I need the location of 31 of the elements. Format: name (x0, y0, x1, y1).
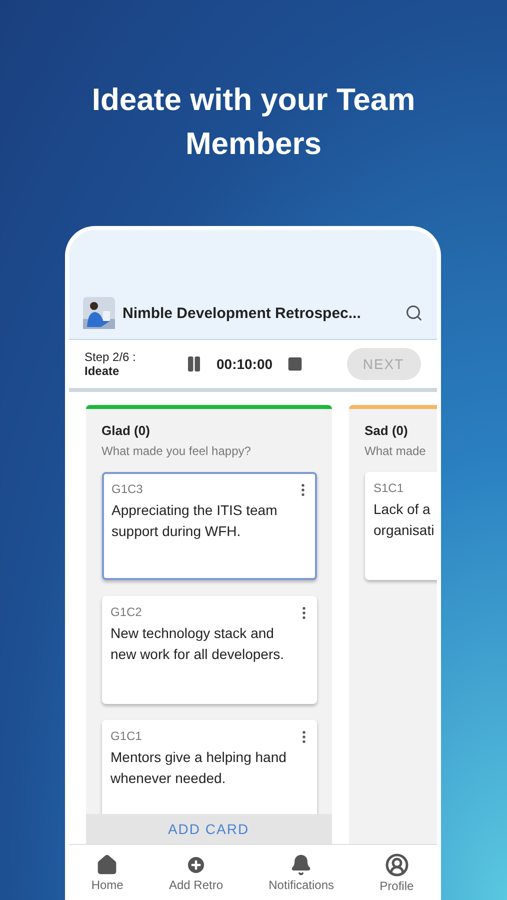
column-title: Sad (0) (364, 422, 409, 438)
card-text: Mentors give a helping hand whenever needed. (110, 748, 288, 788)
nav-item[interactable]: Notifications (266, 854, 336, 892)
retro-card[interactable]: G1C2 New technology stack and new work for all developers. (102, 596, 316, 704)
home-icon (96, 854, 118, 876)
card-code: S1C1 (374, 481, 404, 495)
card-text: Appreciating the ITIS team support during WFH. (112, 501, 278, 541)
nav-item[interactable]: Add Retro (166, 854, 225, 892)
nav-item[interactable]: Profile (378, 852, 416, 892)
retro-title: Nimble Development Retrospec... (122, 304, 362, 322)
timer: 00:10:00 (216, 356, 273, 372)
retro-card[interactable]: S1C1 Lack of a organisati (364, 472, 436, 580)
stage-label: Ideate (84, 364, 120, 378)
step-label: Step 2/6 : (84, 350, 137, 364)
card-code: G1C3 (112, 482, 143, 496)
profile-icon (384, 852, 409, 876)
card-text: New technology stack and new work for all developers. (110, 624, 286, 664)
card-text: Lack of a organisati (374, 500, 436, 540)
bell-icon (290, 854, 312, 876)
headline: Ideate with your Team Members (90, 81, 416, 163)
column-subtitle: What made you feel happy? (100, 443, 252, 458)
column-subtitle: What made (364, 443, 427, 458)
search-icon[interactable] (404, 304, 422, 322)
card-code: G1C2 (110, 605, 142, 619)
add-card-button[interactable]: ADD CARD (86, 814, 332, 844)
card-code: G1C1 (110, 729, 142, 743)
column-title: Glad (0) (100, 422, 151, 438)
retro-card[interactable]: G1C1 Mentors give a helping hand whenever needed. (102, 720, 316, 814)
retro-card[interactable]: G1C3 Appreciating the ITIS team support during WFH. (102, 472, 316, 580)
nav-item[interactable]: Home (89, 854, 126, 892)
stop-icon[interactable] (286, 356, 303, 372)
